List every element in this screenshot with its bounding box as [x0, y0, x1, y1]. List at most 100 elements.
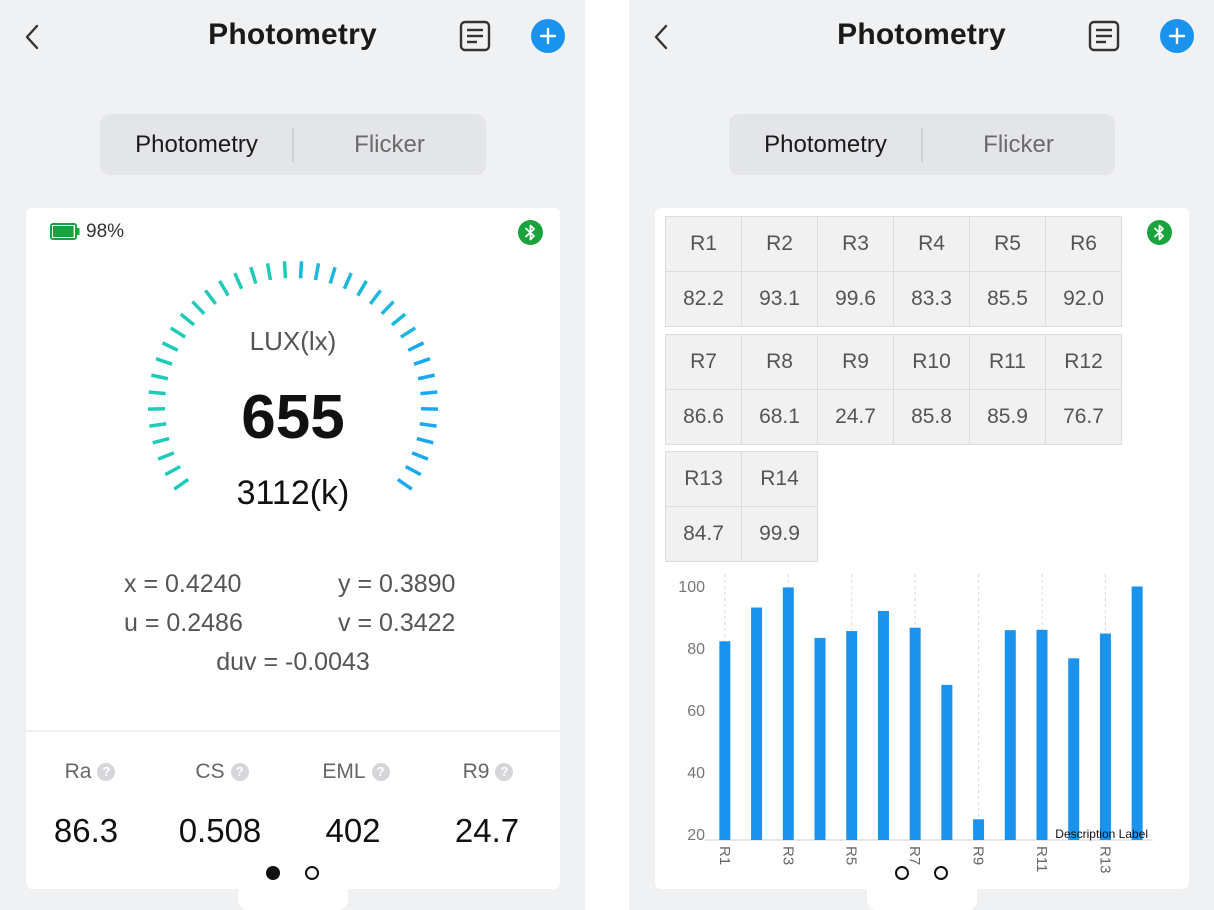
- r-table-row-3: R13 R14 84.7 99.9: [665, 451, 818, 562]
- description-label: Description Label: [1055, 827, 1148, 841]
- plus-icon: [539, 27, 557, 45]
- r-value: 84.7: [665, 506, 742, 562]
- r-value: 92.0: [1045, 271, 1122, 327]
- gauge-tick: [157, 451, 175, 461]
- r-label: R5: [969, 216, 1046, 272]
- page-tab: [238, 884, 348, 910]
- r-label: R14: [741, 451, 818, 507]
- r-value: 68.1: [741, 389, 818, 445]
- bar-r9: [973, 819, 985, 840]
- tab-flicker[interactable]: Flicker: [293, 114, 486, 175]
- r-bar-chart: 20406080100R1 R3 R5 R7 R9 R11 R13Description L…: [678, 574, 1153, 874]
- add-button[interactable]: [1160, 19, 1194, 53]
- bar-r5: [846, 631, 858, 840]
- r-table-row-1: R1 R2 R3 R4 R5 R6 82.2 93.1 99.6 83.3 85…: [665, 216, 1122, 327]
- page-tab: [867, 884, 977, 910]
- gauge-tick: [179, 312, 196, 327]
- lux-value: 655: [241, 383, 345, 452]
- y-tick-label: 40: [687, 765, 705, 782]
- gauge-tick: [155, 357, 173, 366]
- coord-x: x = 0.4240: [124, 570, 242, 598]
- y-tick-label: 60: [687, 703, 705, 720]
- page-dot[interactable]: [895, 866, 909, 880]
- cct-value: 3112(k): [236, 474, 350, 512]
- tab-photometry[interactable]: Photometry: [100, 114, 293, 175]
- y-tick-label: 100: [678, 579, 705, 596]
- bluetooth-status[interactable]: [518, 220, 543, 245]
- r-label: R4: [893, 216, 970, 272]
- page-dot[interactable]: [305, 866, 319, 880]
- tab-photometry[interactable]: Photometry: [729, 114, 922, 175]
- metric-cs: CS?: [152, 760, 292, 784]
- r-value: 93.1: [741, 271, 818, 327]
- metric-ra: Ra?: [20, 760, 160, 784]
- battery-percent: 98%: [86, 221, 125, 242]
- document-list-icon[interactable]: [458, 19, 492, 53]
- y-tick-label: 80: [687, 641, 705, 658]
- document-list-icon[interactable]: [1087, 19, 1121, 53]
- gauge-tick: [150, 373, 169, 381]
- gauge-tick: [249, 266, 258, 285]
- bar-r6: [877, 610, 889, 840]
- add-button[interactable]: [531, 19, 565, 53]
- tab-flicker[interactable]: Flicker: [922, 114, 1115, 175]
- coord-duv: duv = -0.0043: [216, 648, 370, 676]
- r-value: 82.2: [665, 271, 742, 327]
- r-value: 24.7: [817, 389, 894, 445]
- page-dot-active[interactable]: [266, 866, 280, 880]
- r-label: R1: [665, 216, 742, 272]
- page-title: Photometry: [208, 18, 377, 51]
- photometry-screen: Photometry Photometry Flicker 98% LUX(lx…: [0, 0, 585, 910]
- help-icon[interactable]: ?: [230, 763, 249, 781]
- gauge-tick: [328, 266, 337, 285]
- gauge-tick: [265, 262, 273, 281]
- gauge-tick: [218, 280, 230, 297]
- bluetooth-status[interactable]: [1147, 220, 1172, 245]
- coord-v: v = 0.3422: [338, 609, 456, 637]
- bar-r12: [1068, 658, 1080, 840]
- r-label: R3: [817, 216, 894, 272]
- color-rendering-screen: Photometry Photometry Flicker R1 R2 R3 R…: [629, 0, 1214, 910]
- gauge-tick: [204, 289, 218, 306]
- help-icon[interactable]: ?: [495, 763, 514, 781]
- r-label: R2: [741, 216, 818, 272]
- r-value: 85.9: [969, 389, 1046, 445]
- bar-r2: [751, 607, 763, 840]
- gauge-tick: [342, 272, 353, 290]
- page-indicator: [0, 862, 585, 882]
- bar-r14: [1131, 586, 1143, 840]
- r-label: R8: [741, 334, 818, 390]
- gauge-label: LUX(lx): [249, 326, 337, 356]
- r-label: R9: [817, 334, 894, 390]
- metric-label: EML: [322, 760, 366, 783]
- gauge-tick: [413, 357, 431, 366]
- gauge-tick: [313, 262, 321, 281]
- r-value: 83.3: [893, 271, 970, 327]
- metric-label: CS: [195, 760, 225, 783]
- metric-value-eml: 402: [325, 812, 381, 849]
- r-value: 85.5: [969, 271, 1046, 327]
- header: Photometry: [0, 0, 585, 74]
- metric-label: Ra: [64, 760, 92, 783]
- page-dot[interactable]: [934, 866, 948, 880]
- help-icon[interactable]: ?: [371, 763, 390, 781]
- bar-r13: [1099, 633, 1111, 840]
- r-label: R6: [1045, 216, 1122, 272]
- r-value: 86.6: [665, 389, 742, 445]
- r-label: R12: [1045, 334, 1122, 390]
- r-value: 85.8: [893, 389, 970, 445]
- help-icon[interactable]: ?: [97, 763, 116, 781]
- page-indicator: [629, 862, 1214, 882]
- gauge-tick: [380, 300, 395, 316]
- y-tick-label: 20: [687, 827, 705, 844]
- metric-r9: R9?: [418, 760, 558, 784]
- bluetooth-icon: [1154, 224, 1164, 241]
- bar-r4: [814, 637, 826, 840]
- gauge-tick: [233, 272, 244, 290]
- bluetooth-icon: [525, 224, 535, 241]
- bar-r11: [1036, 629, 1048, 840]
- color-rendering-card: R1 R2 R3 R4 R5 R6 82.2 93.1 99.6 83.3 85…: [655, 208, 1189, 889]
- metric-label: R9: [462, 760, 490, 783]
- coord-y: y = 0.3890: [338, 570, 456, 598]
- gauge-tick: [368, 289, 382, 306]
